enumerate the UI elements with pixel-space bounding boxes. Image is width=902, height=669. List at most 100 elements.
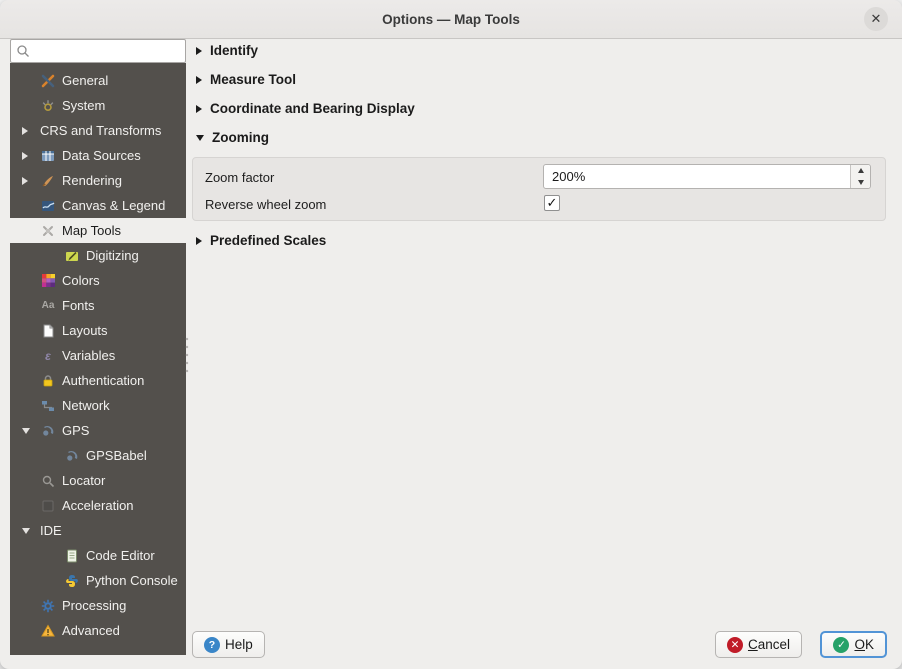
sidebar-item-advanced[interactable]: Advanced (10, 618, 186, 643)
spinner-buttons (850, 165, 870, 188)
sidebar-item-locator[interactable]: Locator (10, 468, 186, 493)
sidebar-item-acceleration[interactable]: Acceleration (10, 493, 186, 518)
ok-button[interactable]: ✓ OK (820, 631, 887, 658)
code-editor-icon (64, 549, 80, 563)
collapse-arrow-icon[interactable] (22, 527, 40, 534)
sidebar-item-ide[interactable]: IDE (10, 518, 186, 543)
sidebar-item-label: Map Tools (62, 223, 122, 238)
sidebar-item-label: Acceleration (62, 498, 134, 513)
sidebar-item-label: Fonts (62, 298, 95, 313)
gpsbabel-icon (64, 449, 80, 463)
acceleration-icon (40, 499, 56, 513)
python-icon (64, 574, 80, 588)
search-input[interactable] (37, 43, 181, 59)
sidebar-item-label: GPSBabel (86, 448, 147, 463)
section-label: Predefined Scales (210, 233, 327, 248)
section-zooming[interactable]: Zooming (196, 130, 269, 145)
expand-arrow-icon[interactable] (22, 151, 40, 160)
sidebar-item-label: Locator (62, 473, 106, 488)
gps-icon (40, 424, 56, 438)
window-title: Options — Map Tools (382, 11, 520, 27)
section-label: Zooming (212, 130, 269, 145)
variables-icon: ε (45, 348, 51, 363)
close-button[interactable]: ✕ (864, 7, 888, 31)
arrow-down-icon (857, 179, 864, 185)
sidebar-item-python-console[interactable]: Python Console (10, 568, 186, 593)
spin-down-button[interactable] (851, 177, 870, 189)
sidebar-item-label: Processing (62, 598, 127, 613)
map-tools-icon (40, 224, 56, 238)
lock-icon (40, 374, 56, 388)
sidebar-item-label: Python Console (86, 573, 178, 588)
spin-up-button[interactable] (851, 165, 870, 177)
sidebar-item-label: Canvas & Legend (62, 198, 166, 213)
sidebar-item-label: Authentication (62, 373, 145, 388)
sidebar-item-label: Advanced (62, 623, 120, 638)
close-icon: ✕ (870, 11, 882, 26)
sidebar-search[interactable] (10, 39, 186, 63)
checkmark-icon: ✓ (546, 195, 558, 210)
sidebar-item-general[interactable]: General (10, 68, 186, 93)
ok-button-label: OK (854, 637, 874, 652)
layouts-icon (40, 324, 56, 338)
options-dialog: Options — Map Tools ✕ General System CRS… (0, 0, 902, 669)
fonts-icon: Aa (41, 300, 55, 311)
sidebar-item-label: Colors (62, 273, 100, 288)
sidebar-item-digitizing[interactable]: Digitizing (10, 243, 186, 268)
expand-arrow-icon[interactable] (22, 176, 40, 185)
sidebar-item-processing[interactable]: Processing (10, 593, 186, 618)
rendering-icon (40, 174, 56, 188)
section-predefined-scales[interactable]: Predefined Scales (196, 233, 326, 248)
sidebar-item-label: Layouts (62, 323, 108, 338)
reverse-wheel-zoom-checkbox[interactable]: ✓ (544, 195, 560, 211)
sidebar-item-network[interactable]: Network (10, 393, 186, 418)
sidebar-item-gps[interactable]: GPS (10, 418, 186, 443)
cancel-icon: ✕ (726, 636, 743, 653)
sidebar-item-layouts[interactable]: Layouts (10, 318, 186, 343)
sidebar-item-data-sources[interactable]: Data Sources (10, 143, 186, 168)
section-label: Measure Tool (210, 72, 297, 87)
collapse-arrow-icon[interactable] (22, 427, 40, 434)
panel-splitter[interactable] (185, 335, 189, 373)
expand-arrow-icon (196, 46, 202, 55)
sidebar-item-label: Code Editor (86, 548, 155, 563)
sidebar-item-rendering[interactable]: Rendering (10, 168, 186, 193)
cancel-button[interactable]: ✕ Cancel (714, 631, 802, 658)
sidebar-item-label: Data Sources (62, 148, 141, 163)
expand-arrow-icon[interactable] (22, 126, 40, 135)
sidebar-item-gpsbabel[interactable]: GPSBabel (10, 443, 186, 468)
expand-arrow-icon (196, 75, 202, 84)
warning-icon (40, 623, 56, 638)
reverse-wheel-zoom-label: Reverse wheel zoom (205, 197, 327, 212)
arrow-up-icon (857, 168, 864, 174)
sidebar-item-code-editor[interactable]: Code Editor (10, 543, 186, 568)
colors-icon (40, 274, 56, 288)
sidebar-item-label: IDE (40, 523, 62, 538)
digitizing-icon (64, 249, 80, 263)
section-measure-tool[interactable]: Measure Tool (196, 72, 296, 87)
zooming-group: Zoom factor 200% Reverse wheel zoom ✓ (192, 157, 886, 221)
sidebar-item-canvas-legend[interactable]: Canvas & Legend (10, 193, 186, 218)
sidebar-item-label: System (62, 98, 106, 113)
sidebar-item-label: Network (62, 398, 110, 413)
locator-icon (40, 474, 56, 488)
help-button[interactable]: ? Help (192, 631, 265, 658)
expand-arrow-icon (196, 236, 202, 245)
sidebar-item-fonts[interactable]: Aa Fonts (10, 293, 186, 318)
section-coordinate-bearing[interactable]: Coordinate and Bearing Display (196, 101, 415, 116)
sidebar-item-variables[interactable]: ε Variables (10, 343, 186, 368)
zoom-factor-value[interactable]: 200% (544, 165, 850, 188)
sidebar-item-authentication[interactable]: Authentication (10, 368, 186, 393)
sidebar-item-map-tools[interactable]: Map Tools (10, 218, 186, 243)
sidebar-item-system[interactable]: System (10, 93, 186, 118)
section-identify[interactable]: Identify (196, 43, 258, 58)
sidebar-item-label: Digitizing (86, 248, 139, 263)
canvas-legend-icon (40, 199, 56, 213)
expand-arrow-icon (196, 104, 202, 113)
sidebar-item-label: GPS (62, 423, 90, 438)
sidebar-item-colors[interactable]: Colors (10, 268, 186, 293)
zoom-factor-spinbox[interactable]: 200% (543, 164, 871, 189)
sidebar-item-label: Variables (62, 348, 116, 363)
sidebar-item-crs-and-transforms[interactable]: CRS and Transforms (10, 118, 186, 143)
title-bar[interactable]: Options — Map Tools ✕ (0, 0, 902, 39)
